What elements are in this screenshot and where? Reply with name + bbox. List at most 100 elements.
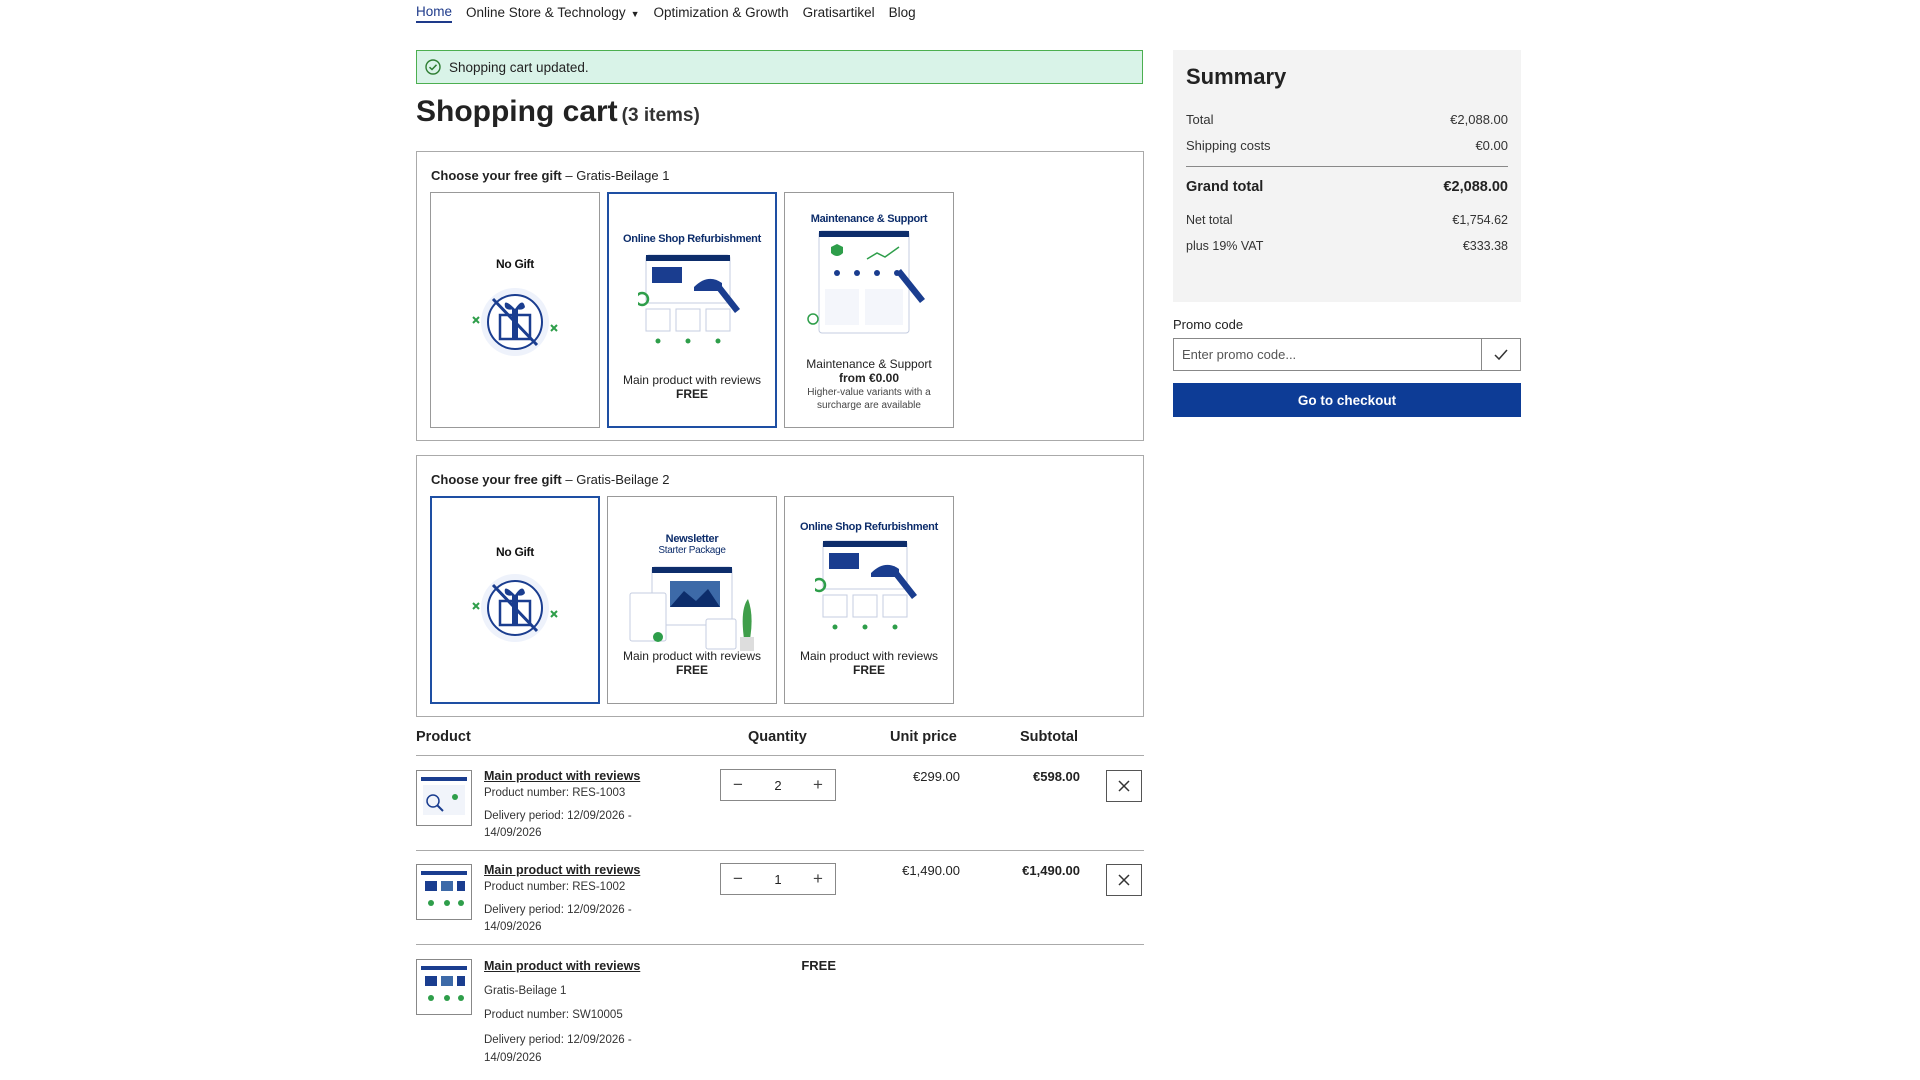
gift-option-online-shop-refurbishment[interactable]: Online Shop Refurbishment Main product w… (607, 192, 777, 428)
shop-refurbishment-image (815, 540, 917, 630)
summary-net-value: €1,754.62 (1452, 213, 1508, 227)
cart-title: Shopping cart (416, 95, 618, 128)
remove-item-button[interactable] (1106, 864, 1142, 896)
summary-total-label: Total (1186, 111, 1214, 127)
chevron-down-icon: ▼ (630, 8, 640, 19)
promo-submit-button[interactable] (1481, 339, 1520, 370)
checkout-button[interactable]: Go to checkout (1173, 383, 1521, 417)
summary-net-label: Net total (1186, 213, 1233, 227)
gift-option-online-shop-refurbishment[interactable]: Online Shop Refurbishment Main product w… (784, 496, 954, 704)
gift-image-title: Maintenance & Support (810, 213, 928, 225)
maintenance-support-image (807, 230, 925, 334)
product-thumbnail[interactable] (416, 959, 472, 1015)
gift-image-title: Newsletter (665, 533, 719, 545)
gift-note: Higher-value variants with a surcharge a… (807, 387, 931, 411)
no-gift-icon (472, 288, 558, 356)
summary-vat-label: plus 19% VAT (1186, 239, 1264, 253)
check-circle-icon (425, 59, 441, 75)
gift-price: FREE (675, 387, 708, 401)
summary-total-value: €2,088.00 (1450, 111, 1508, 127)
gift-label: Main product with reviews (622, 373, 762, 387)
gift-subheading: – Gratis-Beilage 1 (565, 168, 670, 183)
product-name-link[interactable]: Main product with reviews (484, 862, 664, 879)
plus-icon[interactable]: + (801, 775, 835, 795)
table-row: Main product with reviews Product number… (416, 850, 1144, 945)
gift-option-no-gift[interactable]: No Gift (430, 496, 600, 704)
product-number: Product number: RES-1002 (484, 881, 626, 893)
gift-label: Main product with reviews (622, 649, 762, 663)
product-info: Main product with reviews Product number… (484, 768, 664, 842)
gift-image-subtitle: Starter Package (658, 545, 726, 556)
alert-message: Shopping cart updated. (449, 59, 589, 75)
nav-online-store-label: Online Store & Technology (466, 4, 626, 20)
plus-icon[interactable]: + (801, 869, 835, 889)
minus-icon[interactable]: − (721, 775, 755, 795)
summary-shipping-value: €0.00 (1475, 137, 1508, 153)
gift-option-newsletter-starter[interactable]: Newsletter Starter Package Main product … (607, 496, 777, 704)
gift-chooser-2: Choose your free gift – Gratis-Beilage 2… (416, 455, 1144, 717)
gift-heading-label: Choose your free gift (431, 472, 562, 487)
delivery-period: Delivery period: 12/09/2026 - (484, 810, 632, 822)
product-info: Main product with reviews Product number… (484, 862, 664, 936)
gift-heading: Choose your free gift – Gratis-Beilage 1 (431, 168, 669, 183)
gift-heading-label: Choose your free gift (431, 168, 562, 183)
gift-caption: Main product with reviews FREE (608, 649, 776, 677)
col-product: Product (416, 729, 471, 745)
gift-price: from €0.00 (838, 371, 900, 385)
summary-net-row: Net total €1,754.62 (1186, 207, 1508, 233)
cart-item-count: (3 items) (621, 105, 700, 126)
newsletter-image (629, 566, 754, 651)
promo-code-input[interactable] (1174, 339, 1481, 370)
nav-optimization-growth[interactable]: Optimization & Growth (654, 5, 789, 22)
unit-price: €299.00 (913, 769, 960, 784)
free-label: FREE (801, 958, 836, 973)
product-image (421, 777, 467, 815)
quantity-value[interactable]: 1 (774, 872, 781, 887)
gift-option-maintenance-support[interactable]: Maintenance & Support Maintenance & Supp… (784, 192, 954, 428)
summary-shipping-label: Shipping costs (1186, 137, 1271, 153)
table-row: Main product with reviews Gratis-Beilage… (416, 945, 1144, 1065)
promo-code-label: Promo code (1173, 317, 1244, 332)
product-image (421, 966, 467, 1001)
col-unit-price: Unit price (890, 729, 957, 745)
product-name-link[interactable]: Main product with reviews (484, 768, 664, 785)
nav-gratisartikel[interactable]: Gratisartikel (803, 5, 875, 22)
delivery-period-end: 14/09/2026 (484, 827, 542, 839)
delivery-period-end: 14/09/2026 (484, 1052, 542, 1064)
gift-price: FREE (852, 663, 885, 677)
cart-table-header: Product Quantity Unit price Subtotal (416, 727, 1144, 756)
product-thumbnail[interactable] (416, 770, 472, 826)
summary-shipping-row: Shipping costs €0.00 (1186, 132, 1508, 158)
nav-online-store-technology[interactable]: Online Store & Technology ▼ (466, 5, 640, 22)
gift-price: FREE (675, 663, 708, 677)
quantity-stepper: − 2 + (720, 769, 836, 801)
product-number: Product number: SW10005 (484, 1009, 623, 1021)
quantity-stepper: − 1 + (720, 863, 836, 895)
close-icon (1118, 780, 1130, 792)
nav-blog[interactable]: Blog (889, 5, 916, 22)
gift-image-title: Online Shop Refurbishment (623, 233, 761, 245)
nav-home[interactable]: Home (416, 4, 453, 23)
product-name-link[interactable]: Main product with reviews (484, 957, 664, 976)
unit-price: €1,490.00 (902, 863, 960, 878)
row-subtotal: €1,490.00 (1022, 863, 1080, 878)
gift-label: Main product with reviews (799, 649, 939, 663)
gift-option-no-gift[interactable]: No Gift (430, 192, 600, 428)
delivery-period-end: 14/09/2026 (484, 921, 542, 933)
minus-icon[interactable]: − (721, 869, 755, 889)
gift-label: Maintenance & Support (806, 357, 932, 371)
summary-vat-value: €333.38 (1462, 239, 1508, 253)
table-row: Main product with reviews Product number… (416, 756, 1144, 851)
promo-code-group (1173, 338, 1521, 371)
shop-refurbishment-image (638, 254, 740, 344)
row-subtotal: €598.00 (1033, 769, 1080, 784)
gift-heading: Choose your free gift – Gratis-Beilage 2 (431, 472, 669, 487)
quantity-value[interactable]: 2 (774, 778, 781, 793)
gift-image-title: No Gift (496, 257, 534, 271)
gift-image-title: Online Shop Refurbishment (800, 521, 938, 533)
gift-subheading: – Gratis-Beilage 2 (565, 472, 670, 487)
close-icon (1118, 874, 1130, 886)
remove-item-button[interactable] (1106, 770, 1142, 802)
success-alert: Shopping cart updated. (416, 50, 1143, 84)
product-thumbnail[interactable] (416, 864, 472, 920)
